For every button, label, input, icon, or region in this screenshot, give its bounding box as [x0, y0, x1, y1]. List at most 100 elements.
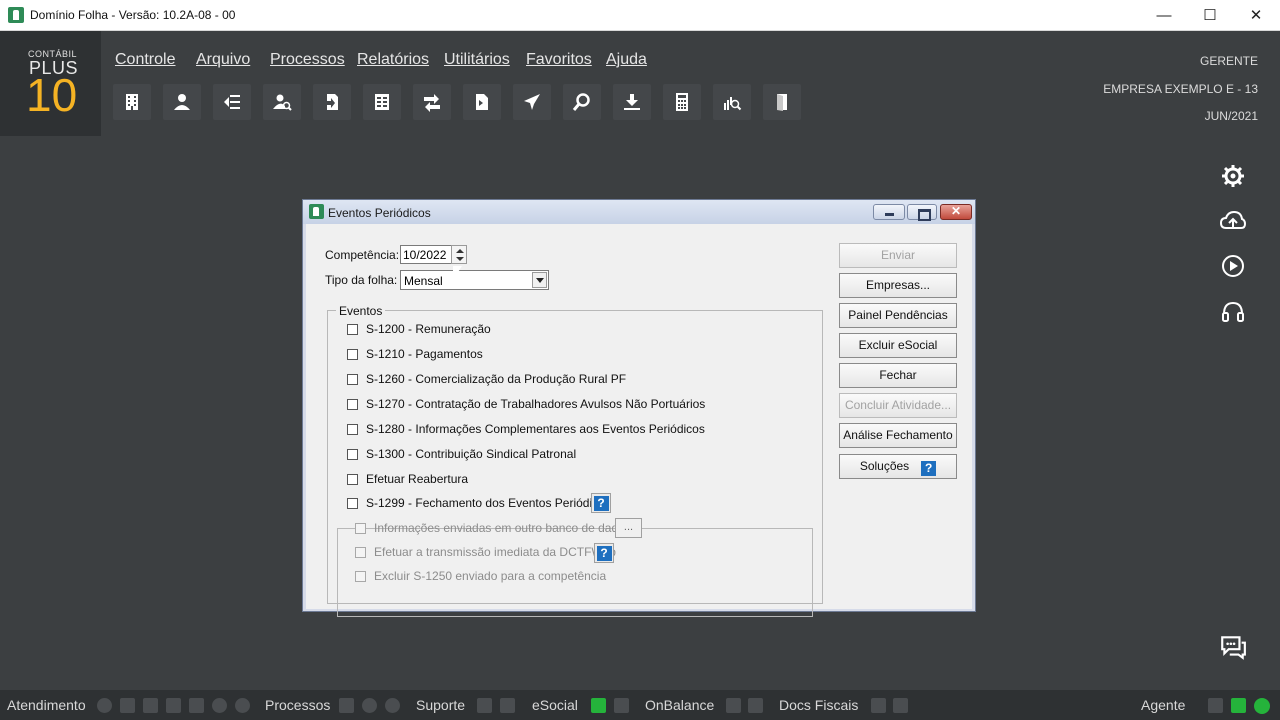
menu-favoritos[interactable]: Favoritos: [526, 51, 592, 69]
spin-down-icon[interactable]: [456, 257, 464, 261]
checkbox[interactable]: [347, 448, 358, 460]
event-s1200-checkbox[interactable]: S-1200 - Remuneração: [347, 321, 491, 337]
checkbox[interactable]: [355, 522, 366, 534]
dctfweb-checkbox[interactable]: Efetuar a transmissão imediata da DCTFWe…: [355, 544, 616, 560]
check-icon[interactable]: [339, 698, 354, 713]
record-icon[interactable]: [97, 698, 112, 713]
excluir-esocial-button[interactable]: Excluir eSocial: [839, 333, 957, 358]
menu-processos[interactable]: Processos: [270, 51, 345, 69]
menu-utilitarios[interactable]: Utilitários: [444, 51, 510, 69]
checkbox[interactable]: [355, 546, 366, 558]
esocial-label[interactable]: eSocial: [532, 697, 578, 713]
empresas-button[interactable]: Empresas...: [839, 273, 957, 298]
dialog-close-button[interactable]: [940, 204, 972, 220]
calendar-icon[interactable]: [189, 698, 204, 713]
toggle-icon[interactable]: [1208, 698, 1223, 713]
globe-icon[interactable]: [212, 698, 227, 713]
document-arrow-icon[interactable]: [313, 84, 351, 120]
event-s1280-checkbox[interactable]: S-1280 - Informações Complementares aos …: [347, 421, 705, 437]
onbalance-label[interactable]: OnBalance: [645, 697, 714, 713]
maximize-button[interactable]: ☐: [1187, 0, 1233, 31]
cloud-upload-icon[interactable]: [1216, 204, 1250, 238]
list-icon[interactable]: [500, 698, 515, 713]
spin-up-icon[interactable]: [456, 249, 464, 253]
transfer-icon[interactable]: [413, 84, 451, 120]
analise-fechamento-button[interactable]: Análise Fechamento: [839, 423, 957, 448]
menu-controle[interactable]: Controle: [115, 51, 175, 69]
dialog-titlebar[interactable]: Eventos Periódicos: [303, 200, 975, 224]
search-icon[interactable]: [563, 84, 601, 120]
plus-icon[interactable]: [477, 698, 492, 713]
exchange-icon[interactable]: [213, 84, 251, 120]
event-s1270-checkbox[interactable]: S-1270 - Contratação de Trabalhadores Av…: [347, 396, 705, 412]
calculator-icon[interactable]: [663, 84, 701, 120]
user-search-icon[interactable]: [263, 84, 301, 120]
esocial-doc-icon[interactable]: [614, 698, 629, 713]
competencia-spinner[interactable]: [451, 245, 467, 264]
chat-small-icon[interactable]: [143, 698, 158, 713]
calculator-list-icon[interactable]: [363, 84, 401, 120]
docs-fiscais-label[interactable]: Docs Fiscais: [779, 697, 858, 713]
document-icon[interactable]: [120, 698, 135, 713]
excluir-s1250-checkbox[interactable]: Excluir S-1250 enviado para a competênci…: [355, 568, 606, 584]
dialog-maximize-button[interactable]: [907, 204, 937, 221]
dialog-minimize-button[interactable]: [873, 204, 905, 220]
minimize-button[interactable]: —: [1141, 0, 1187, 31]
event-s1260-checkbox[interactable]: S-1260 - Comercialização da Produção Rur…: [347, 371, 626, 387]
person-icon[interactable]: [163, 84, 201, 120]
concluir-atividade-button[interactable]: Concluir Atividade...: [839, 393, 957, 418]
status-icon[interactable]: [362, 698, 377, 713]
checkbox[interactable]: [347, 497, 358, 509]
esocial-status-icon[interactable]: [591, 698, 606, 713]
folder-icon[interactable]: [871, 698, 886, 713]
download-small-icon[interactable]: [748, 698, 763, 713]
menu-arquivo[interactable]: Arquivo: [196, 51, 250, 69]
event-s1299-checkbox[interactable]: S-1299 - Fechamento dos Eventos Periódic…: [347, 495, 615, 511]
efetuar-reabertura-checkbox[interactable]: Efetuar Reabertura: [347, 471, 468, 487]
download-icon[interactable]: [613, 84, 651, 120]
event-s1210-checkbox[interactable]: S-1210 - Pagamentos: [347, 346, 483, 362]
enviar-button[interactable]: Enviar: [839, 243, 957, 268]
checkbox[interactable]: [355, 570, 366, 582]
chevron-down-icon[interactable]: [532, 272, 547, 288]
briefcase-icon[interactable]: [1231, 698, 1246, 713]
headset-icon[interactable]: [1216, 295, 1250, 329]
competence-period[interactable]: JUN/2021: [1205, 109, 1258, 123]
outro-banco-checkbox[interactable]: Informações enviadas em outro banco de d…: [355, 520, 631, 536]
door-icon[interactable]: [763, 84, 801, 120]
fechar-button[interactable]: Fechar: [839, 363, 957, 388]
processos-label[interactable]: Processos: [265, 697, 330, 713]
competencia-field[interactable]: [400, 245, 454, 264]
stop-icon[interactable]: [385, 698, 400, 713]
tipo-folha-select[interactable]: Mensal: [400, 270, 549, 290]
checkbox[interactable]: [347, 373, 358, 385]
file-swap-icon[interactable]: [463, 84, 501, 120]
building-icon[interactable]: [113, 84, 151, 120]
painel-pendencias-button[interactable]: Painel Pendências: [839, 303, 957, 328]
browse-button[interactable]: ...: [615, 518, 642, 538]
event-s1300-checkbox[interactable]: S-1300 - Contribuição Sindical Patronal: [347, 446, 576, 462]
checkbox[interactable]: [347, 348, 358, 360]
user-icon[interactable]: [166, 698, 181, 713]
help-dctfweb-button[interactable]: ?: [594, 543, 614, 563]
agente-label[interactable]: Agente: [1141, 697, 1185, 713]
info-icon[interactable]: [235, 698, 250, 713]
mail-icon[interactable]: [726, 698, 741, 713]
menu-ajuda[interactable]: Ajuda: [606, 51, 647, 69]
printer-icon[interactable]: [893, 698, 908, 713]
checkbox[interactable]: [347, 398, 358, 410]
solucoes-button[interactable]: Soluções?: [839, 454, 957, 479]
chart-search-icon[interactable]: [713, 84, 751, 120]
suporte-label[interactable]: Suporte: [416, 697, 465, 713]
checkbox[interactable]: [347, 323, 358, 335]
company-name[interactable]: EMPRESA EXEMPLO E - 13: [1103, 82, 1258, 96]
chat-icon[interactable]: [1216, 630, 1250, 664]
play-icon[interactable]: [1216, 249, 1250, 283]
close-button[interactable]: ✕: [1233, 0, 1279, 31]
checkbox[interactable]: [347, 473, 358, 485]
gear-icon[interactable]: [1216, 159, 1250, 193]
checkbox[interactable]: [347, 423, 358, 435]
atendimento-label[interactable]: Atendimento: [7, 697, 86, 713]
help-fechamento-button[interactable]: ?: [591, 493, 611, 513]
menu-relatorios[interactable]: Relatórios: [357, 51, 429, 69]
